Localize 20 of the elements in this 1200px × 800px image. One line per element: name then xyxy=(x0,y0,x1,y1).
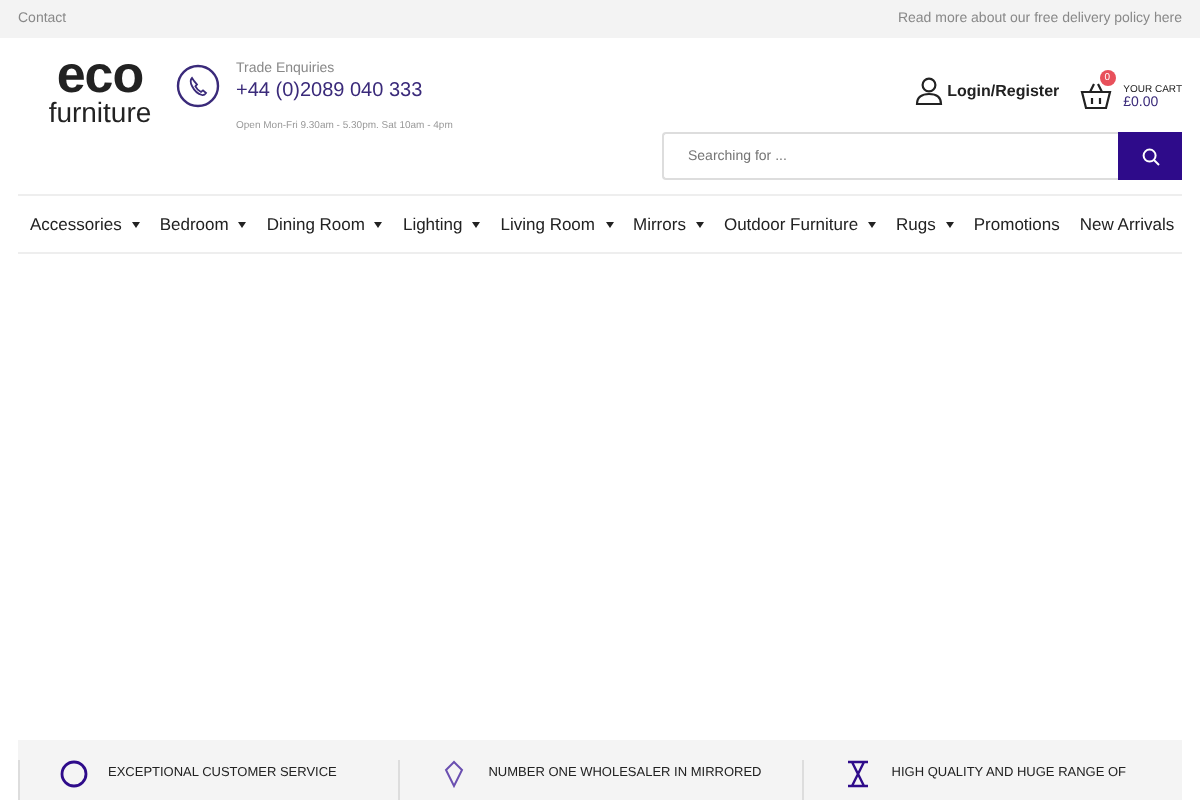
nav-menu-item[interactable]: Living Room xyxy=(500,214,613,234)
phone-icon xyxy=(176,64,220,108)
login-register-link[interactable]: Login/Register xyxy=(913,75,1060,105)
search-button[interactable] xyxy=(1118,132,1182,180)
eco-furniture-logo[interactable]: eco furniture xyxy=(40,50,160,126)
nav-menu-item[interactable]: Bedroom xyxy=(159,214,247,234)
nav-menu-item[interactable]: Dining Room xyxy=(266,214,383,234)
nav-menu-item[interactable]: Outdoor Furniture xyxy=(723,214,877,234)
basket-icon xyxy=(1079,82,1112,110)
nav-menu-item[interactable]: Rugs xyxy=(896,214,954,234)
nav-menu-item[interactable]: Promotions xyxy=(973,214,1060,234)
nav-menu-item[interactable]: Accessories xyxy=(30,214,140,234)
nav-menu-item[interactable]: New Arrivals xyxy=(1079,214,1175,234)
hourglass-icon xyxy=(843,760,872,788)
nav-menu-item[interactable]: Lighting xyxy=(402,214,481,234)
gem-icon xyxy=(440,760,469,788)
search-icon xyxy=(1141,147,1159,165)
phone-number-link[interactable]: +44 (0)2089 040 333 xyxy=(236,80,453,102)
nav-menu-item[interactable]: Mirrors xyxy=(633,214,704,234)
user-icon xyxy=(913,75,944,105)
